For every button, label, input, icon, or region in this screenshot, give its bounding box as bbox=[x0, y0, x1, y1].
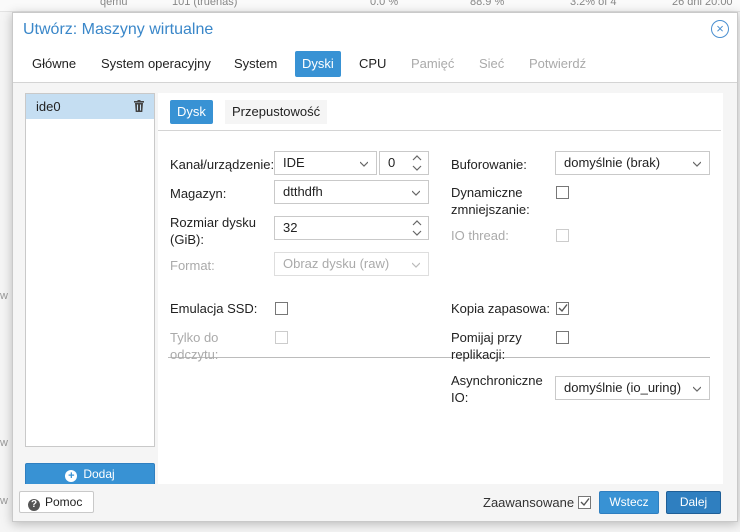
bg-cell-disk: 3.2% of 4 bbox=[570, 0, 617, 8]
subtab-disk[interactable]: Dysk bbox=[170, 100, 213, 124]
discard-label: Dynamiczne bbox=[451, 185, 523, 200]
chevron-down-icon bbox=[412, 262, 420, 268]
tab-disks[interactable]: Dyski bbox=[295, 51, 341, 77]
disk-list-item[interactable]: ide0 bbox=[26, 94, 154, 119]
iothread-checkbox bbox=[556, 229, 569, 242]
subtab-divider bbox=[158, 130, 721, 131]
bg-cell-cpu: 0.0 % bbox=[370, 0, 399, 8]
device-number-stepper[interactable]: 0 bbox=[379, 151, 429, 175]
storage-value: dtthdfh bbox=[283, 184, 323, 199]
tab-memory: Pamięć bbox=[411, 56, 455, 71]
bus-select[interactable]: IDE bbox=[274, 151, 377, 175]
disk-size-label: Rozmiar dysku bbox=[170, 215, 256, 230]
chevron-down-icon bbox=[693, 386, 701, 392]
close-icon[interactable]: × bbox=[711, 20, 729, 38]
section-divider bbox=[168, 357, 710, 358]
format-select: Obraz dysku (raw) bbox=[274, 252, 429, 276]
subtab-bandwidth[interactable]: Przepustowość bbox=[225, 100, 328, 124]
skip-replication-checkbox[interactable] bbox=[556, 331, 569, 344]
tab-general[interactable]: Główne bbox=[25, 51, 83, 77]
device-value: 0 bbox=[388, 155, 396, 170]
ssd-checkbox[interactable] bbox=[275, 302, 288, 315]
tab-cpu[interactable]: CPU bbox=[352, 51, 393, 77]
help-label: Pomoc bbox=[45, 495, 83, 509]
tab-network: Sieć bbox=[479, 56, 505, 71]
format-label: Format: bbox=[170, 258, 215, 273]
skip-replication-label: Pomijaj przy bbox=[451, 330, 522, 345]
help-icon: ? bbox=[28, 499, 40, 511]
spin-up-icon[interactable] bbox=[412, 220, 422, 226]
next-button[interactable]: Dalej bbox=[666, 491, 721, 514]
disk-item-label: ide0 bbox=[36, 99, 61, 114]
disk-form: Dysk Przepustowość Kanał/urządzenie: IDE… bbox=[158, 93, 723, 485]
readonly-label: Tylko do bbox=[170, 330, 219, 345]
bus-label: Kanał/urządzenie: bbox=[170, 157, 275, 172]
disks-panel: ide0 + Dodaj Dysk Przepustowość Kanał/urz… bbox=[13, 82, 737, 486]
format-value: Obraz dysku (raw) bbox=[283, 256, 390, 271]
checkmark-icon bbox=[558, 304, 568, 313]
advanced-checkbox[interactable] bbox=[578, 496, 591, 509]
background-table-row: qemu 101 (truenas) 0.0 % 88.9 % 3.2% of … bbox=[0, 0, 740, 12]
async-io-value: domyślnie (io_uring) bbox=[564, 380, 682, 395]
spin-down-icon[interactable] bbox=[412, 230, 422, 236]
readonly-checkbox bbox=[275, 331, 288, 344]
plus-icon: + bbox=[65, 470, 78, 482]
iothread-label: IO thread: bbox=[451, 228, 509, 243]
bg-side-text: w bbox=[0, 437, 8, 449]
add-disk-button[interactable]: + Dodaj bbox=[25, 463, 155, 486]
bg-cell-uptime: 26 dni 20:00 bbox=[672, 0, 733, 8]
bg-cell-vm: 101 (truenas) bbox=[172, 0, 238, 8]
tab-confirm: Potwierdź bbox=[529, 56, 587, 71]
readonly-label-2: odczytu: bbox=[170, 347, 219, 362]
checkmark-icon bbox=[580, 498, 590, 507]
dialog-footer: ? Pomoc Zaawansowane Wstecz Dalej bbox=[13, 484, 737, 521]
disk-size-value: 32 bbox=[283, 220, 298, 235]
ssd-label: Emulacja SSD: bbox=[170, 301, 258, 316]
cache-select[interactable]: domyślnie (brak) bbox=[555, 151, 710, 175]
backup-checkbox[interactable] bbox=[556, 302, 569, 315]
wizard-tabs: Główne System operacyjny System Dyski CP… bbox=[13, 51, 737, 78]
spin-down-icon[interactable] bbox=[412, 165, 422, 171]
discard-checkbox[interactable] bbox=[556, 186, 569, 199]
tab-system[interactable]: System bbox=[227, 51, 284, 77]
add-disk-label: Dodaj bbox=[83, 467, 115, 481]
tab-os[interactable]: System operacyjny bbox=[94, 51, 218, 77]
disk-size-label-unit: (GiB): bbox=[170, 232, 204, 247]
backup-label: Kopia zapasowa: bbox=[451, 301, 551, 316]
discard-label-2: zmniejszanie: bbox=[451, 202, 530, 217]
disk-list: ide0 bbox=[25, 93, 155, 447]
chevron-down-icon bbox=[412, 190, 420, 196]
cache-label: Buforowanie: bbox=[451, 157, 527, 172]
trash-icon[interactable] bbox=[134, 100, 144, 112]
dialog-header: Utwórz: Maszyny wirtualne × bbox=[13, 13, 737, 49]
spin-up-icon[interactable] bbox=[412, 155, 422, 161]
cache-value: domyślnie (brak) bbox=[564, 155, 661, 170]
chevron-down-icon bbox=[360, 161, 368, 167]
create-vm-dialog: Utwórz: Maszyny wirtualne × Główne Syste… bbox=[12, 12, 738, 522]
bg-side-text: w bbox=[0, 290, 8, 302]
bg-cell-mem: 88.9 % bbox=[470, 0, 505, 8]
back-button[interactable]: Wstecz bbox=[599, 491, 659, 514]
help-button[interactable]: ? Pomoc bbox=[19, 491, 94, 513]
storage-label: Magazyn: bbox=[170, 186, 227, 201]
bg-cell-type: qemu bbox=[100, 0, 128, 8]
disk-size-stepper[interactable]: 32 bbox=[274, 216, 429, 240]
async-io-label: Asynchroniczne bbox=[451, 373, 543, 388]
advanced-label: Zaawansowane bbox=[483, 495, 575, 510]
async-io-label-2: IO: bbox=[451, 390, 469, 405]
skip-replication-label-2: replikacji: bbox=[451, 347, 506, 362]
dialog-title: Utwórz: Maszyny wirtualne bbox=[23, 21, 214, 38]
async-io-select[interactable]: domyślnie (io_uring) bbox=[555, 376, 710, 400]
bus-value: IDE bbox=[283, 155, 305, 170]
chevron-down-icon bbox=[693, 161, 701, 167]
bg-side-text: w bbox=[0, 495, 8, 507]
storage-select[interactable]: dtthdfh bbox=[274, 180, 429, 204]
